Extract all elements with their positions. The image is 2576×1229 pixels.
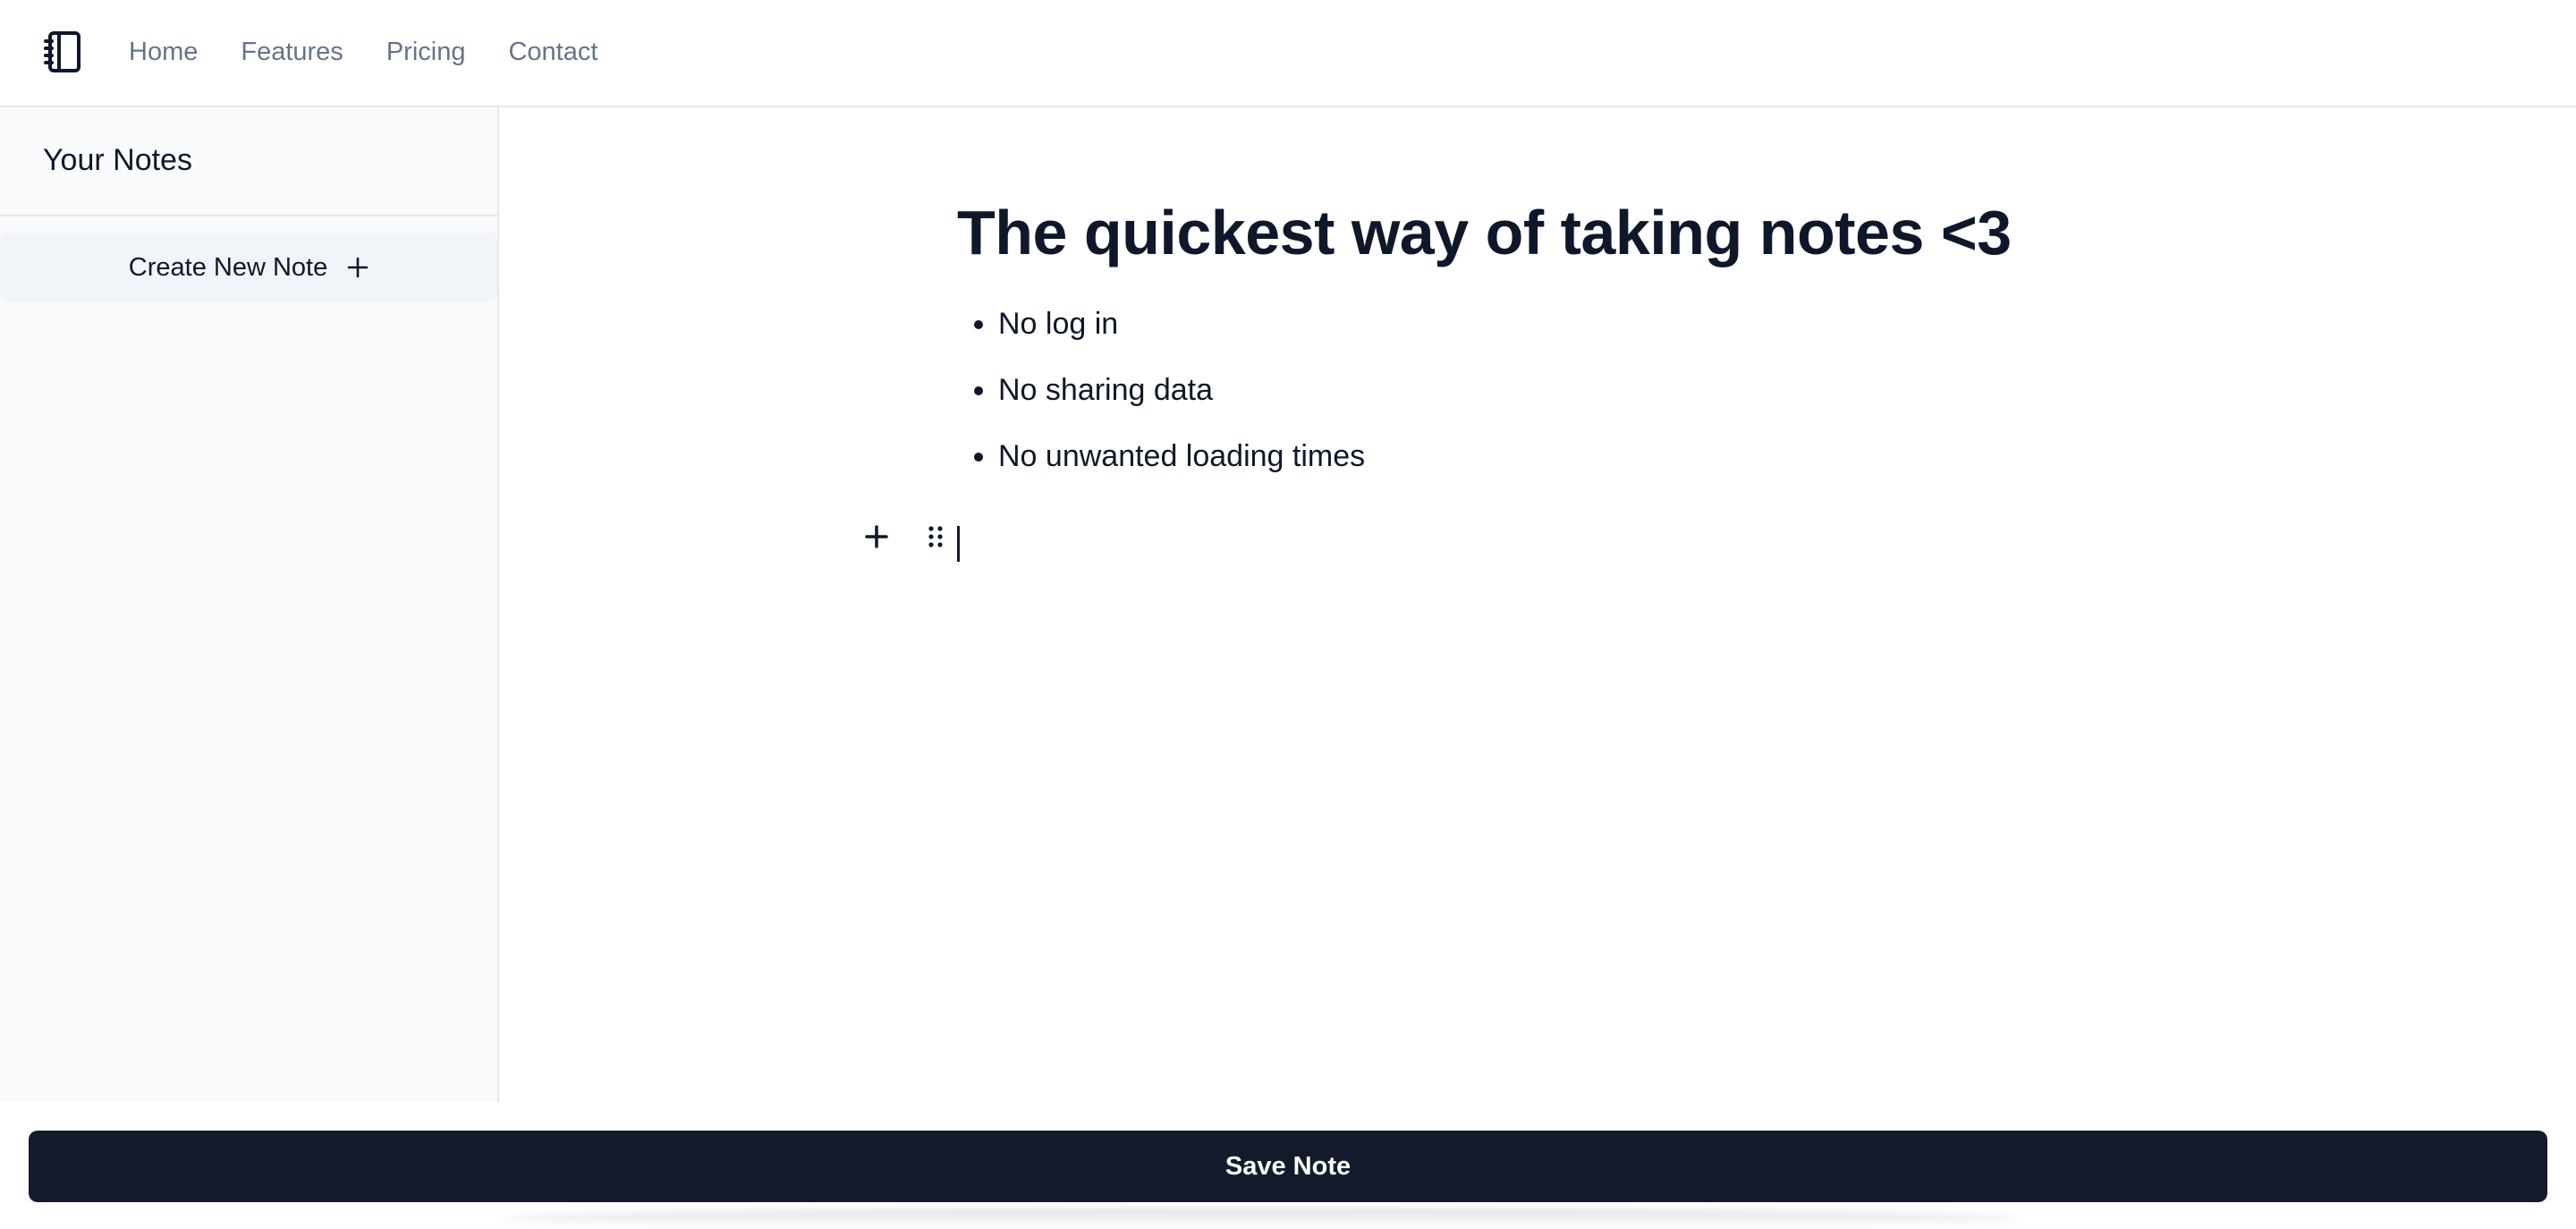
save-note-button[interactable]: Save Note — [29, 1131, 2547, 1202]
list-item[interactable]: No unwanted loading times — [998, 438, 1365, 474]
sidebar-divider — [0, 215, 497, 216]
drag-handle-icon[interactable] — [919, 521, 952, 553]
nav-link-contact[interactable]: Contact — [508, 38, 597, 67]
main-nav: Home Features Pricing Contact — [129, 0, 597, 104]
text-cursor — [957, 526, 960, 562]
note-heading[interactable]: The quickest way of taking notes <3 — [957, 197, 2012, 268]
bottom-shadow — [501, 1208, 2021, 1229]
nav-link-home[interactable]: Home — [129, 38, 198, 67]
sidebar-title: Your Notes — [43, 143, 192, 177]
notes-sidebar: Your Notes Create New Note — [0, 107, 499, 1102]
nav-link-pricing[interactable]: Pricing — [386, 38, 466, 67]
note-bullet-list[interactable]: No log in No sharing data No unwanted lo… — [957, 306, 1365, 504]
plus-icon — [347, 257, 369, 278]
notebook-icon[interactable] — [43, 30, 82, 73]
block-toolbar — [860, 521, 952, 553]
plus-icon[interactable] — [860, 521, 893, 553]
top-navigation: Home Features Pricing Contact — [0, 0, 2576, 107]
list-item[interactable]: No sharing data — [998, 372, 1365, 408]
create-new-note-label: Create New Note — [128, 252, 328, 282]
note-editor[interactable]: The quickest way of taking notes <3 No l… — [501, 107, 2576, 1102]
create-new-note-button[interactable]: Create New Note — [0, 233, 497, 302]
nav-link-features[interactable]: Features — [241, 38, 343, 67]
list-item[interactable]: No log in — [998, 306, 1365, 342]
